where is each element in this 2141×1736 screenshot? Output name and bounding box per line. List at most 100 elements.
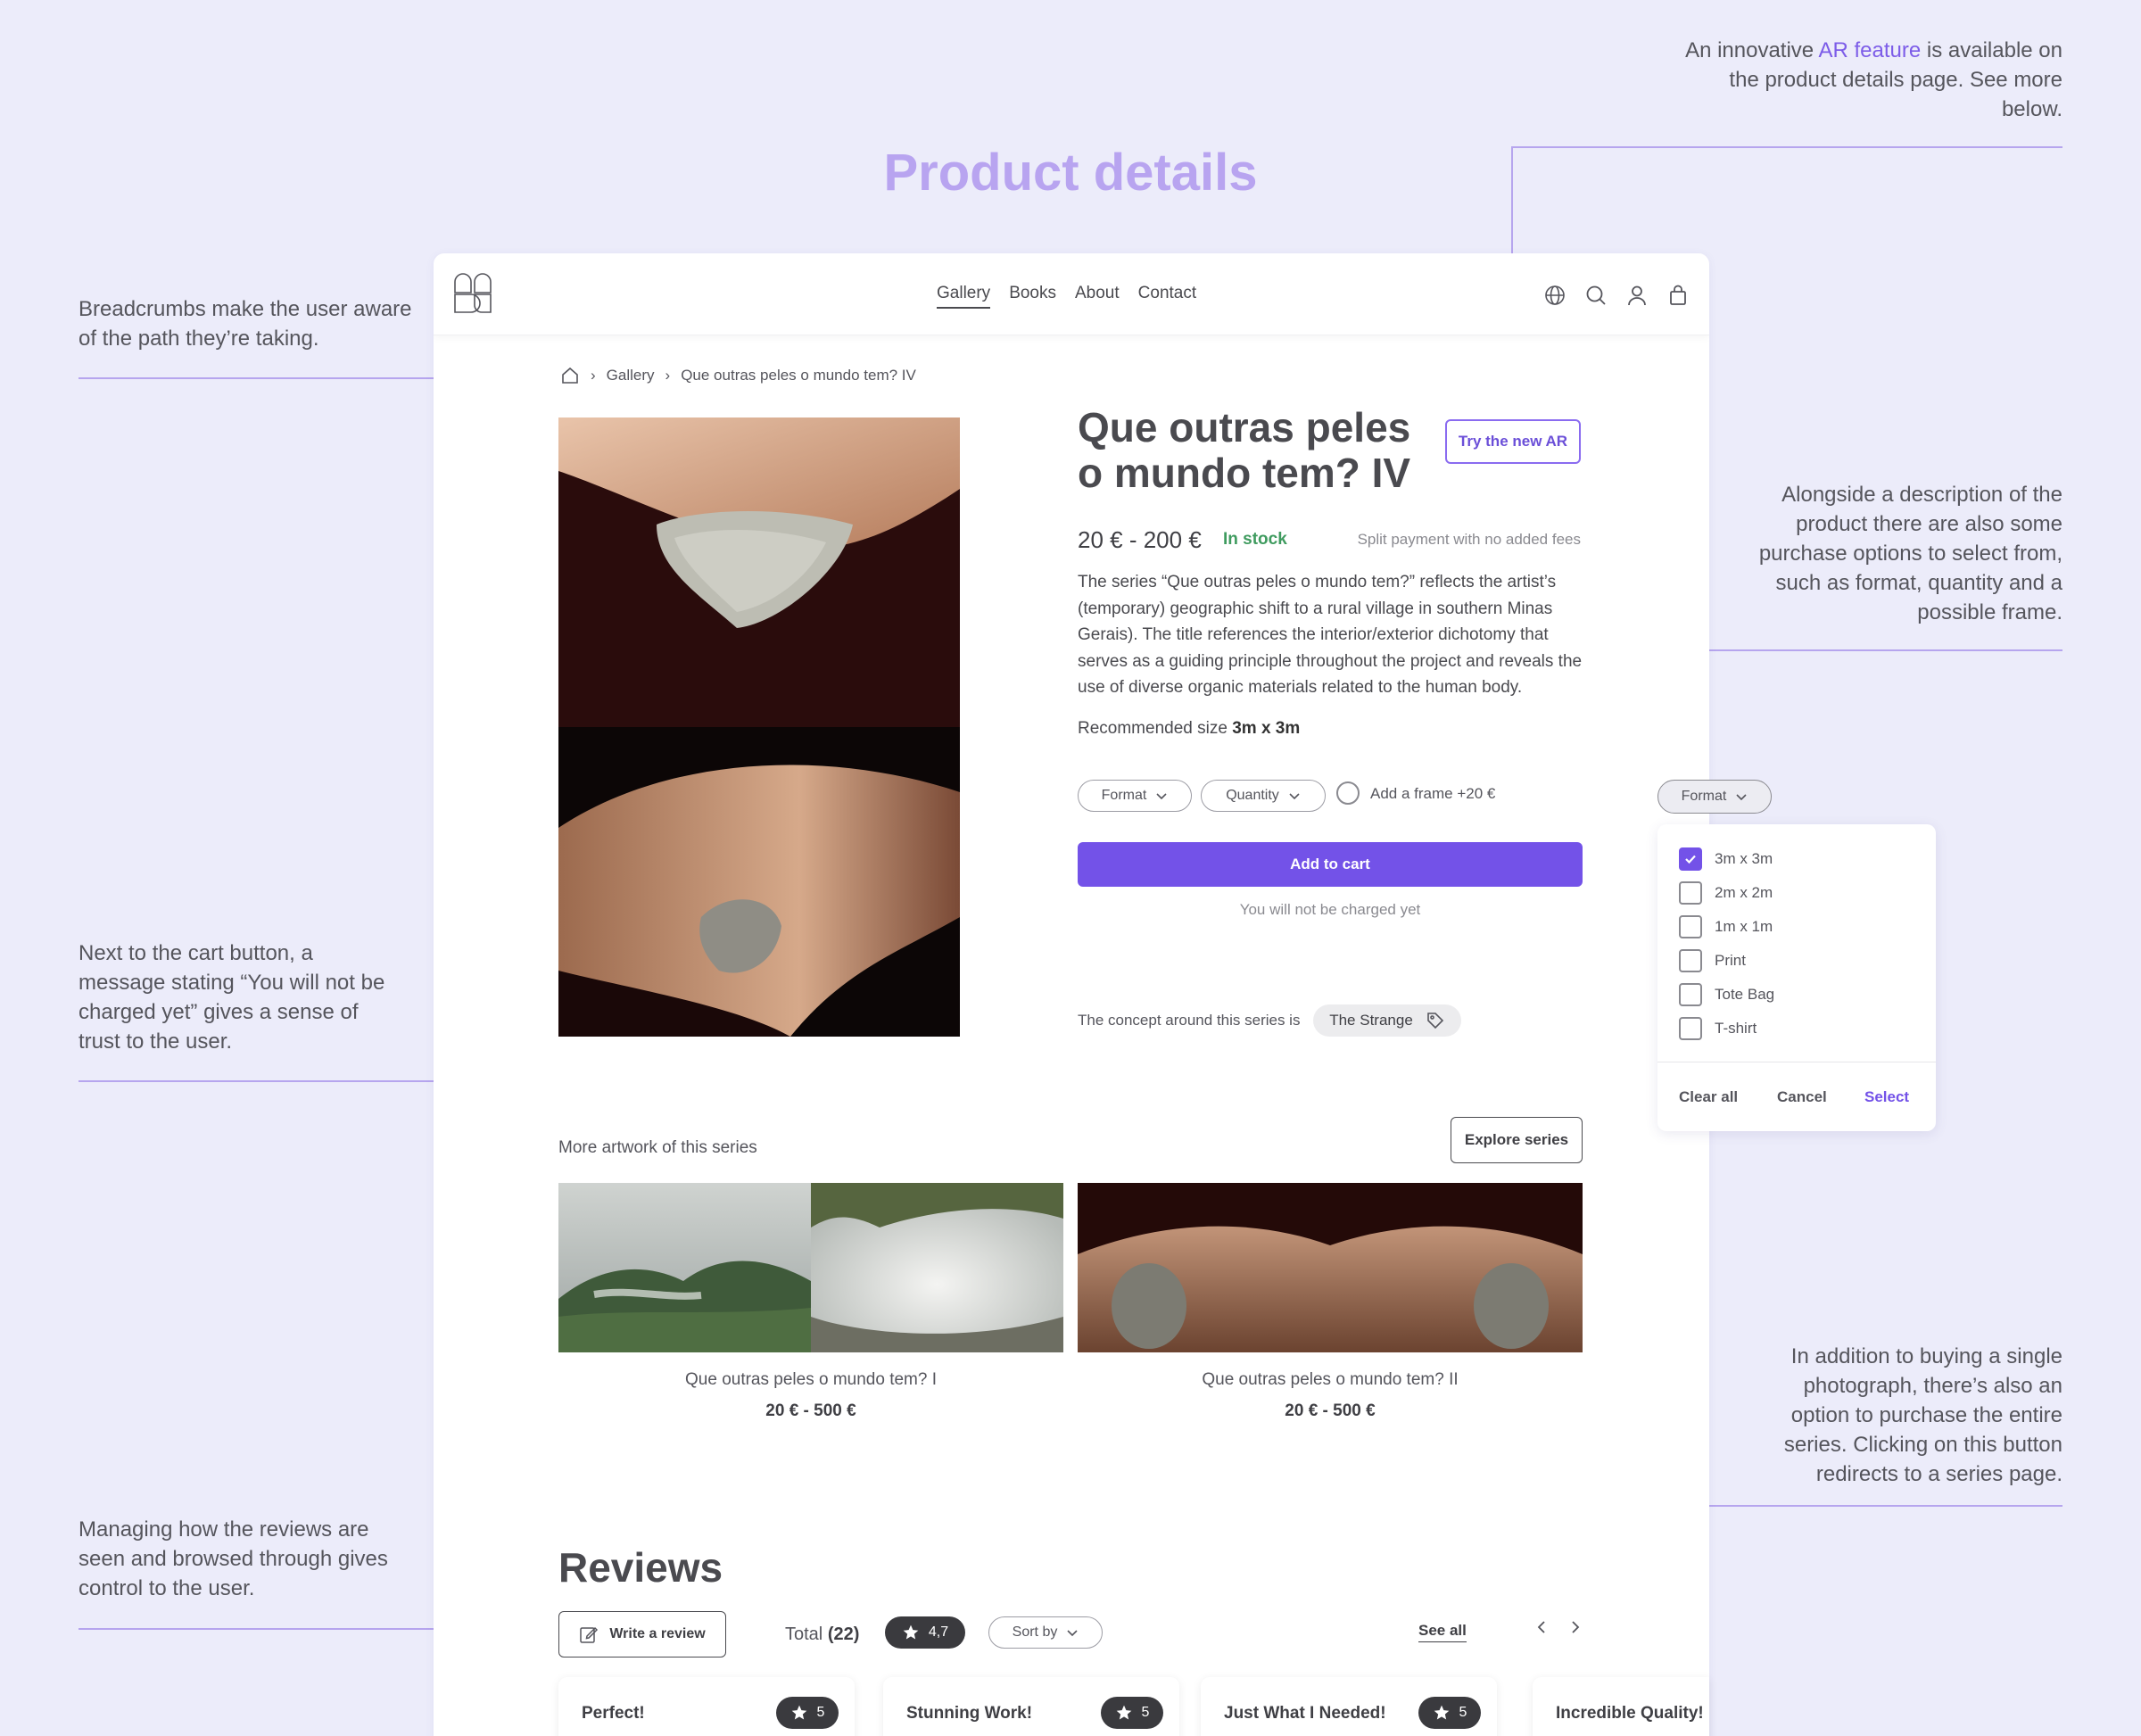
format-dropdown-label: Format <box>1681 789 1727 804</box>
checkbox[interactable] <box>1679 983 1702 1006</box>
series-artwork-price: 20 € - 500 € <box>1285 1401 1376 1420</box>
concept-tag[interactable]: The Strange <box>1313 1004 1461 1037</box>
add-frame-radio[interactable] <box>1336 781 1360 805</box>
try-ar-button[interactable]: Try the new AR <box>1445 419 1581 464</box>
review-rating-badge: 5 <box>776 1697 839 1729</box>
bag-icon[interactable] <box>1666 284 1690 307</box>
review-title: Stunning Work! <box>906 1704 1033 1723</box>
nav-item-contact[interactable]: Contact <box>1138 284 1196 309</box>
review-card[interactable]: Stunning Work! 5 <box>883 1677 1179 1736</box>
annotation-breadcrumbs: Breadcrumbs make the user aware of the p… <box>79 297 412 351</box>
series-artwork-title[interactable]: Que outras peles o mundo tem? II <box>1078 1370 1583 1390</box>
cancel-button[interactable]: Cancel <box>1777 1088 1827 1106</box>
checkbox[interactable] <box>1679 915 1702 938</box>
nav-item-books[interactable]: Books <box>1009 284 1056 309</box>
top-navigation-bar: Gallery Books About Contact <box>434 253 1709 335</box>
format-option-label: Tote Bag <box>1715 986 1775 1003</box>
format-option-label: 2m x 2m <box>1715 884 1773 901</box>
clear-all-button[interactable]: Clear all <box>1679 1088 1738 1106</box>
recommended-size: Recommended size 3m x 3m <box>1078 719 1300 739</box>
checkmark-icon <box>1685 855 1696 864</box>
write-review-button[interactable]: Write a review <box>558 1611 726 1657</box>
review-rating-value: 5 <box>1141 1705 1150 1720</box>
chevron-down-icon <box>1067 1630 1078 1637</box>
checkbox[interactable] <box>1679 1017 1702 1040</box>
page-title: Product details <box>883 144 1258 202</box>
user-icon[interactable] <box>1625 284 1649 307</box>
checkbox[interactable] <box>1679 949 1702 972</box>
sort-by-select[interactable]: Sort by <box>988 1616 1103 1649</box>
nav-item-about[interactable]: About <box>1075 284 1120 309</box>
star-icon <box>903 1624 919 1640</box>
annotation-cart: Next to the cart button, a message stati… <box>79 941 385 1054</box>
format-option[interactable]: T-shirt <box>1679 1017 1757 1040</box>
chevron-left-icon[interactable] <box>1533 1618 1550 1636</box>
format-option-label: T-shirt <box>1715 1020 1757 1037</box>
review-rating-badge: 5 <box>1101 1697 1163 1729</box>
review-rating-value: 5 <box>1459 1705 1467 1720</box>
format-select[interactable]: Format <box>1078 780 1192 812</box>
format-dropdown-trigger[interactable]: Format <box>1657 780 1772 814</box>
product-title: Que outras peles o mundo tem? IV <box>1078 404 1411 496</box>
chevron-right-icon[interactable] <box>1566 1618 1584 1636</box>
stock-status: In stock <box>1223 530 1287 549</box>
series-heading: More artwork of this series <box>558 1138 757 1157</box>
annotation-ar-text: An innovative <box>1685 38 1819 62</box>
format-option[interactable]: Tote Bag <box>1679 983 1774 1006</box>
quantity-select-label: Quantity <box>1226 788 1279 803</box>
format-select-label: Format <box>1101 788 1147 803</box>
checkbox-checked[interactable] <box>1679 847 1702 871</box>
annotation-description: Alongside a description of the product t… <box>1758 483 2062 624</box>
write-review-label: Write a review <box>609 1626 706 1641</box>
product-image[interactable] <box>558 417 960 1037</box>
review-rating-badge: 5 <box>1418 1697 1481 1729</box>
annotation-ar: An innovative AR feature is available on… <box>1677 36 2062 124</box>
format-option-label: Print <box>1715 952 1746 969</box>
tag-icon <box>1426 1013 1443 1029</box>
review-card[interactable]: Incredible Quality! <box>1533 1677 1709 1736</box>
see-all-reviews-link[interactable]: See all <box>1418 1622 1467 1642</box>
format-option-label: 3m x 3m <box>1715 850 1773 867</box>
series-artwork-title[interactable]: Que outras peles o mundo tem? I <box>558 1370 1063 1390</box>
review-title: Perfect! <box>582 1704 645 1723</box>
sort-by-label: Sort by <box>1012 1624 1058 1640</box>
review-card[interactable]: Perfect! 5 <box>558 1677 855 1736</box>
annotation-line <box>1511 146 2062 148</box>
explore-series-button[interactable]: Explore series <box>1451 1117 1583 1163</box>
nav-item-gallery[interactable]: Gallery <box>937 284 991 309</box>
average-rating-badge: 4,7 <box>885 1616 965 1649</box>
series-artwork-image[interactable] <box>558 1183 1063 1352</box>
checkbox[interactable] <box>1679 881 1702 905</box>
series-artwork-image[interactable] <box>1078 1183 1583 1352</box>
format-option[interactable]: 3m x 3m <box>1679 847 1773 871</box>
review-title: Just What I Needed! <box>1224 1704 1386 1723</box>
review-total: Total (22) <box>785 1624 859 1645</box>
breadcrumb-item-gallery[interactable]: Gallery <box>607 367 655 384</box>
review-card[interactable]: Just What I Needed! 5 <box>1201 1677 1497 1736</box>
split-payment-note: Split payment with no added fees <box>1357 531 1581 548</box>
star-icon <box>791 1705 806 1720</box>
header-actions <box>1543 284 1690 307</box>
globe-icon[interactable] <box>1543 284 1566 307</box>
star-icon <box>1116 1705 1131 1720</box>
breadcrumb-item-current: Que outras peles o mundo tem? IV <box>681 367 916 384</box>
home-icon[interactable] <box>560 366 580 385</box>
product-description: The series “Que outras peles o mundo tem… <box>1078 573 1583 697</box>
annotation-ar-accent: AR feature <box>1818 38 1922 62</box>
review-title: Incredible Quality! <box>1556 1704 1704 1723</box>
annotation-series: In addition to buying a single photograp… <box>1783 1344 2062 1486</box>
reviews-heading: Reviews <box>558 1544 723 1591</box>
format-option[interactable]: 1m x 1m <box>1679 915 1773 938</box>
review-total-count: (22) <box>827 1624 860 1644</box>
format-option[interactable]: Print <box>1679 949 1746 972</box>
quantity-select[interactable]: Quantity <box>1201 780 1326 812</box>
chevron-down-icon <box>1156 793 1167 800</box>
select-button[interactable]: Select <box>1864 1088 1909 1106</box>
recommended-size-value: 3m x 3m <box>1232 719 1301 738</box>
add-to-cart-button[interactable]: Add to cart <box>1078 842 1583 887</box>
logo-icon[interactable] <box>453 273 492 314</box>
search-icon[interactable] <box>1584 284 1608 307</box>
not-charged-message: You will not be charged yet <box>1239 901 1421 918</box>
chevron-down-icon <box>1736 794 1747 801</box>
format-option[interactable]: 2m x 2m <box>1679 881 1773 905</box>
